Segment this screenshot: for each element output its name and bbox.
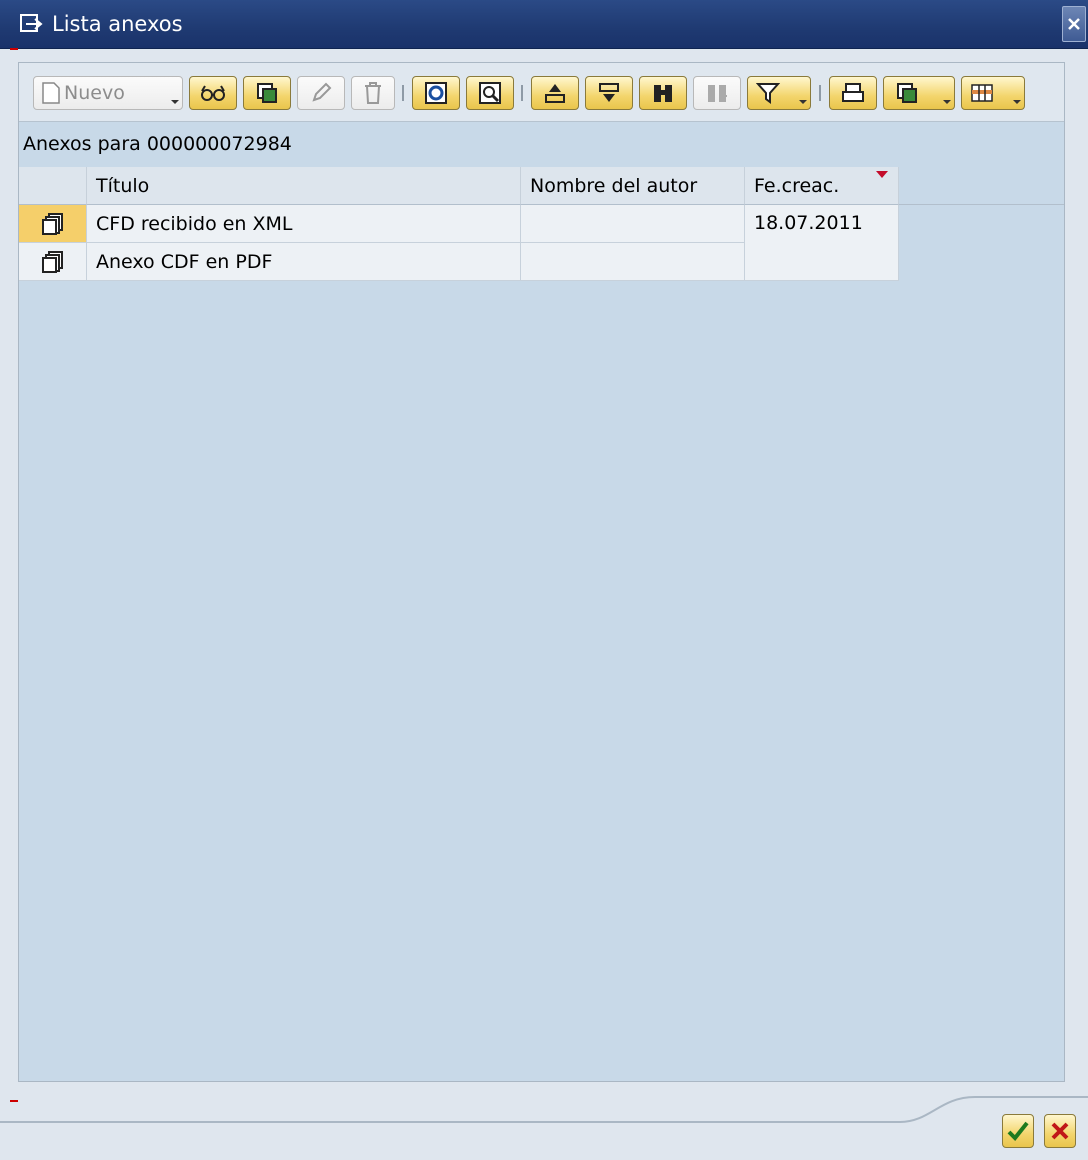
footer-curve — [0, 1096, 1088, 1123]
pencil-icon — [312, 82, 332, 102]
focus-marker — [10, 48, 18, 50]
dropdown-caret-icon — [1013, 100, 1021, 104]
print-icon — [842, 83, 864, 102]
column-header-title[interactable]: Título — [87, 167, 521, 205]
attachments-subtitle: Anexos para 000000072984 — [23, 133, 292, 155]
filter-button[interactable] — [747, 76, 811, 110]
find-next-icon — [708, 85, 727, 102]
copy-icon — [257, 83, 277, 103]
sort-descending-icon — [599, 83, 619, 102]
focus-marker — [10, 1100, 18, 1102]
sort-indicator-icon — [876, 171, 888, 178]
find-next-button[interactable] — [693, 76, 741, 110]
header-filler — [899, 167, 1064, 205]
attachment-icon — [41, 250, 63, 273]
zoom-icon — [479, 82, 501, 104]
window-title: Lista anexos — [52, 12, 183, 36]
sort-descending-button[interactable] — [585, 76, 633, 110]
export-button[interactable] — [883, 76, 955, 110]
close-icon — [1068, 18, 1080, 30]
content-panel: Nuevo Anexos para 000000072984 Título No… — [18, 62, 1065, 1082]
toolbar-separator — [521, 85, 523, 101]
row-selector-header[interactable] — [19, 167, 87, 205]
close-button[interactable] — [1062, 6, 1086, 42]
copy-button[interactable] — [243, 76, 291, 110]
table-row-title[interactable]: Anexo CDF en PDF — [87, 243, 521, 281]
title-bar: Lista anexos — [0, 0, 1088, 49]
trash-icon — [365, 82, 381, 104]
column-header-author[interactable]: Nombre del autor — [521, 167, 745, 205]
zoom-button[interactable] — [466, 76, 514, 110]
cancel-button[interactable] — [1044, 1114, 1076, 1148]
toolbar: Nuevo — [19, 63, 1064, 122]
column-header-date[interactable]: Fe.creac. — [745, 167, 899, 205]
export-icon — [897, 83, 917, 103]
dropdown-caret-icon — [799, 100, 807, 104]
sort-ascending-button[interactable] — [531, 76, 579, 110]
cancel-icon — [1051, 1122, 1069, 1140]
refresh-button[interactable] — [412, 76, 460, 110]
sort-ascending-icon — [545, 84, 565, 103]
table-row-author[interactable] — [521, 243, 745, 281]
find-button[interactable] — [639, 76, 687, 110]
dropdown-caret-icon — [943, 100, 951, 104]
layout-button[interactable] — [961, 76, 1025, 110]
edit-button[interactable] — [297, 76, 345, 110]
table-row-author[interactable] — [521, 205, 745, 243]
print-button[interactable] — [829, 76, 877, 110]
binoculars-icon — [654, 85, 672, 102]
toolbar-separator — [402, 85, 404, 101]
table-row-date[interactable]: 18.07.2011 — [745, 205, 899, 281]
new-button-label: Nuevo — [64, 82, 125, 104]
checkmark-icon — [1007, 1121, 1029, 1141]
attachments-dialog: Lista anexos Nuevo Anexos para 000000072… — [0, 0, 1088, 1160]
toolbar-separator — [819, 85, 821, 101]
layout-icon — [971, 84, 993, 102]
new-button[interactable]: Nuevo — [33, 76, 183, 110]
filter-icon — [756, 83, 780, 104]
window-icon — [20, 14, 43, 32]
glasses-icon — [201, 85, 225, 101]
confirm-button[interactable] — [1002, 1114, 1034, 1148]
refresh-icon — [425, 82, 447, 104]
delete-button[interactable] — [351, 76, 395, 110]
table-row-title[interactable]: CFD recibido en XML — [87, 205, 521, 243]
dropdown-caret-icon — [171, 100, 179, 104]
attachment-icon — [41, 212, 63, 235]
new-document-icon — [42, 82, 60, 104]
display-button[interactable] — [189, 76, 237, 110]
row-selector[interactable] — [19, 243, 87, 281]
row-selector[interactable] — [19, 205, 87, 243]
